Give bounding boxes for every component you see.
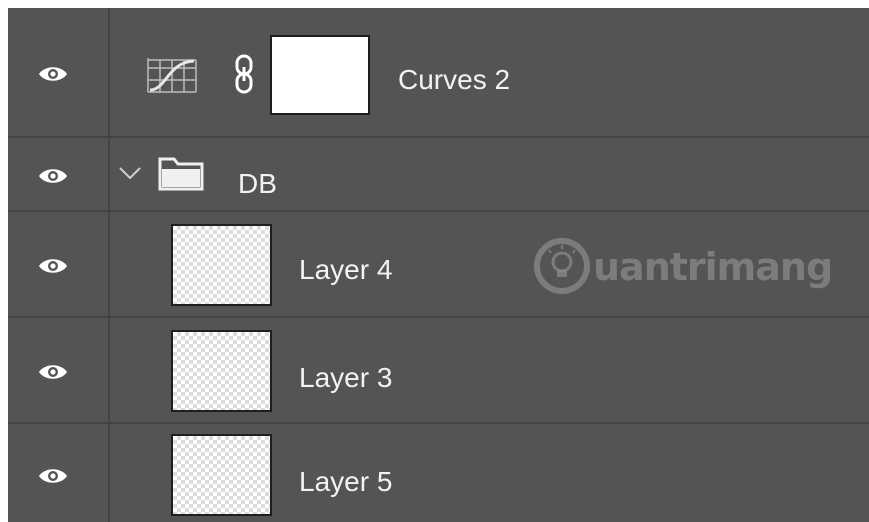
layer-row-curves-2[interactable]: Curves 2 (8, 8, 869, 138)
layer-thumbnail[interactable] (171, 434, 272, 516)
eye-icon[interactable] (38, 362, 68, 382)
chevron-down-icon[interactable] (118, 166, 142, 180)
layer-thumbnail[interactable] (171, 224, 272, 306)
curves-adjustment-icon (147, 58, 197, 93)
layer-row-layer-3[interactable]: Layer 3 (8, 318, 869, 424)
layer-name[interactable]: Layer 5 (299, 468, 392, 496)
layers-panel: Curves 2 DB Layer 4 Layer 3 Layer 5 uant… (8, 8, 869, 522)
eye-icon[interactable] (38, 256, 68, 276)
eye-icon[interactable] (38, 166, 68, 186)
folder-icon (158, 157, 204, 191)
eye-icon[interactable] (38, 64, 68, 84)
eye-icon[interactable] (38, 466, 68, 486)
layer-name[interactable]: Curves 2 (398, 66, 510, 94)
watermark-text: uantrimang (593, 245, 833, 289)
layer-group-name[interactable]: DB (238, 170, 277, 198)
layer-row-layer-5[interactable]: Layer 5 (8, 424, 869, 522)
layer-name[interactable]: Layer 3 (299, 364, 392, 392)
lightbulb-logo-icon (534, 238, 590, 294)
layer-mask-thumbnail[interactable] (270, 35, 370, 115)
layer-name[interactable]: Layer 4 (299, 256, 392, 284)
layer-group-row-db[interactable]: DB (8, 138, 869, 212)
watermark: uantrimang (533, 233, 833, 299)
layer-thumbnail[interactable] (171, 330, 272, 412)
link-chain-icon[interactable] (234, 54, 254, 94)
